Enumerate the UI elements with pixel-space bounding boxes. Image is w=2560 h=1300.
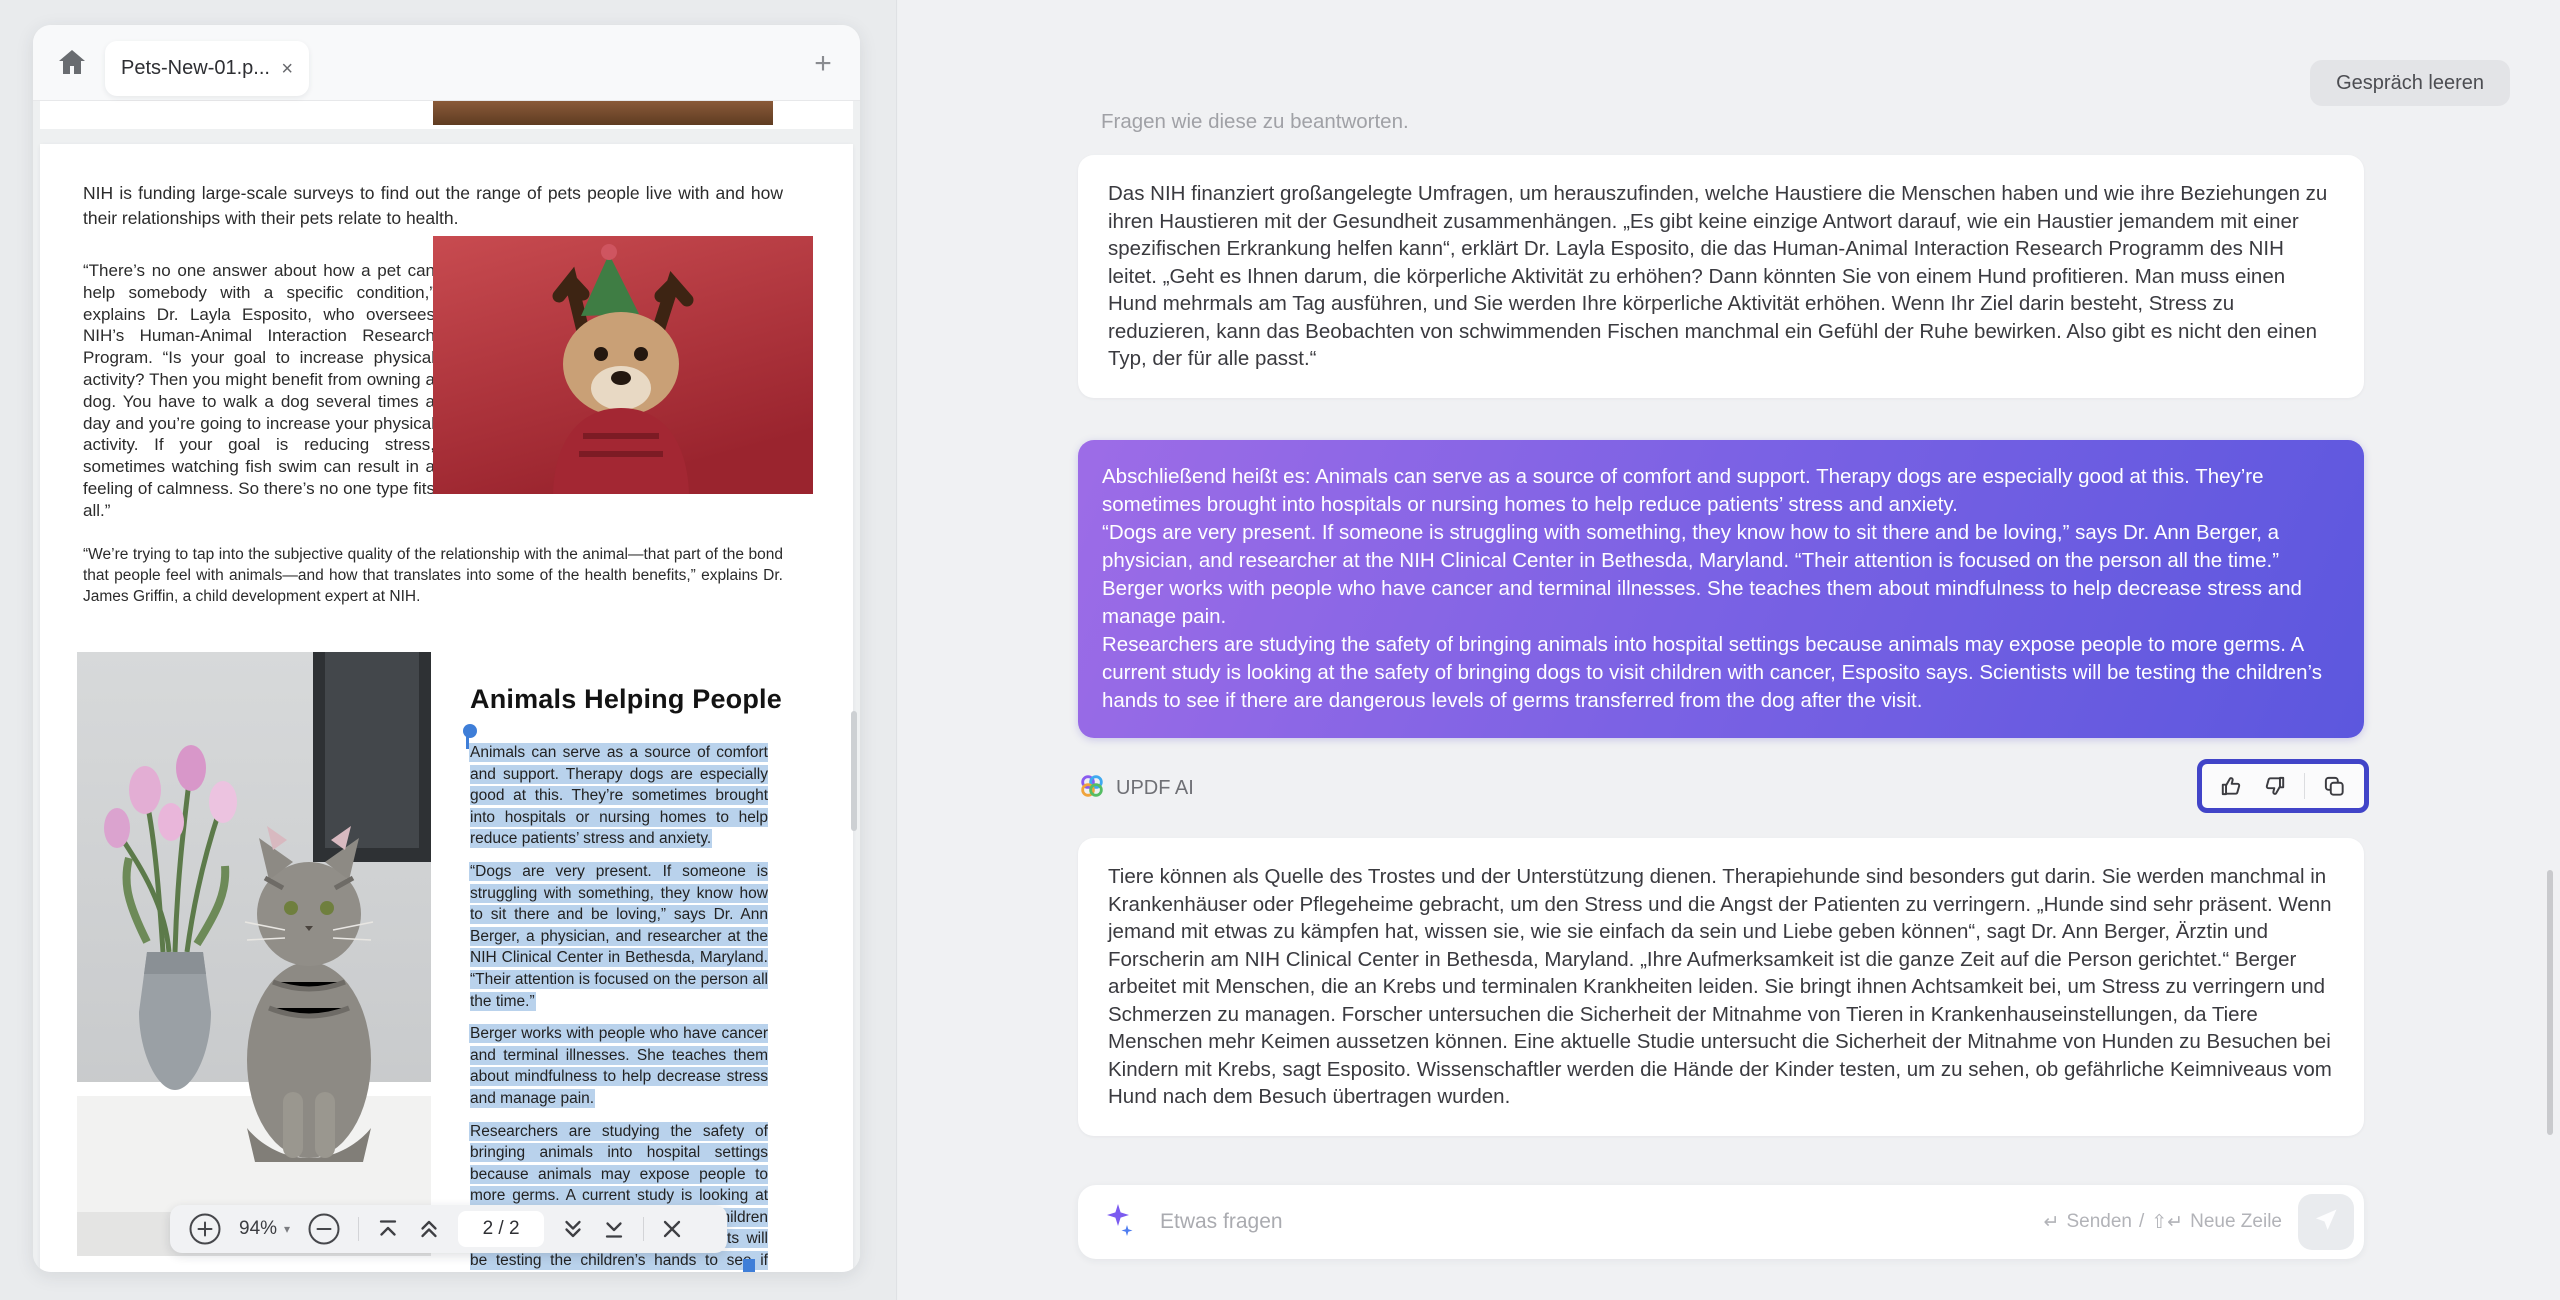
pdf-scrollbar-thumb[interactable]: [851, 711, 857, 831]
chat-scrollbar-thumb[interactable]: [2547, 870, 2553, 1135]
pdf-pane: Pets-New-01.p... × + NIH is funding larg…: [0, 0, 897, 1300]
zoom-out-button[interactable]: [307, 1212, 341, 1246]
pdf-paragraph-griffin-quote: “We’re trying to tap into the subjective…: [83, 544, 783, 607]
pdf-paragraph-intro: NIH is funding large-scale surveys to fi…: [83, 181, 783, 231]
close-tab-icon[interactable]: ×: [281, 59, 293, 79]
updf-app: Pets-New-01.p... × + NIH is funding larg…: [0, 0, 2560, 1300]
assistant-header: UPDF AI: [1078, 772, 1194, 805]
reaction-toolbar-highlighted: [2197, 759, 2369, 813]
scrolled-message-tail: Fragen wie diese zu beantworten.: [1101, 110, 1409, 134]
ai-message: Tiere können als Quelle des Trostes und …: [1078, 838, 2364, 1136]
thumbs-up-button[interactable]: [2219, 773, 2245, 799]
previous-page-button[interactable]: [417, 1217, 441, 1241]
pdf-paragraph-esposito-quote: “There’s no one answer about how a pet c…: [83, 260, 435, 522]
highlight-paragraph: Animals can serve as a source of comfort…: [470, 742, 768, 850]
page1-photo-edge: [433, 101, 773, 125]
paper-plane-icon: [2312, 1206, 2340, 1239]
zoom-in-button[interactable]: [188, 1212, 222, 1246]
pdf-page-toolbar: 94% ▾ 2 / 2: [170, 1205, 727, 1253]
home-icon: [56, 47, 88, 82]
pdf-viewport[interactable]: NIH is funding large-scale surveys to fi…: [33, 100, 860, 1272]
newline-hint-label: Neue Zeile: [2190, 1211, 2282, 1233]
highlight-paragraph: “Dogs are very present. If someone is st…: [470, 861, 768, 1012]
zoom-level-value: 94%: [239, 1218, 277, 1240]
shift-enter-key-icon: ⇧↵: [2151, 1211, 2183, 1234]
pdf-page-1-bottom: [40, 101, 853, 129]
chat-input[interactable]: [1160, 1210, 2044, 1234]
ai-sparkle-icon: [1104, 1202, 1138, 1243]
quoted-selection-message: Abschließend heißt es: Animals can serve…: [1078, 440, 2364, 738]
send-hint-label: Senden: [2066, 1211, 2132, 1233]
page-indicator[interactable]: 2 / 2: [458, 1211, 544, 1247]
assistant-name: UPDF AI: [1116, 777, 1194, 800]
close-toolbar-button[interactable]: [661, 1218, 683, 1240]
toolbar-divider: [358, 1217, 359, 1241]
add-tab-button[interactable]: +: [804, 45, 842, 83]
pdf-viewer-card: Pets-New-01.p... × + NIH is funding larg…: [33, 25, 860, 1272]
ai-chat-pane: Gespräch leeren Fragen wie diese zu bean…: [898, 0, 2560, 1300]
pdf-section-heading: Animals Helping People: [470, 684, 790, 715]
document-tab[interactable]: Pets-New-01.p... ×: [105, 41, 309, 96]
highlight-paragraph: Berger works with people who have cancer…: [470, 1023, 768, 1109]
home-button[interactable]: [55, 47, 89, 81]
highlighted-text-block: Animals can serve as a source of comfort…: [470, 742, 768, 1272]
pdf-page-2: NIH is funding large-scale surveys to fi…: [40, 144, 853, 1272]
first-page-button[interactable]: [376, 1217, 400, 1241]
last-page-button[interactable]: [602, 1217, 626, 1241]
reaction-divider: [2304, 773, 2305, 799]
toolbar-divider: [643, 1217, 644, 1241]
thumbs-down-button[interactable]: [2261, 773, 2287, 799]
cat-photo: [77, 652, 431, 1256]
zoom-level-dropdown[interactable]: 94% ▾: [239, 1218, 290, 1240]
updf-ai-logo-icon: [1078, 772, 1106, 805]
chevron-down-icon: ▾: [284, 1222, 290, 1236]
copy-button[interactable]: [2321, 773, 2347, 799]
selection-end-handle[interactable]: [743, 1259, 755, 1272]
tab-title: Pets-New-01.p...: [121, 57, 271, 80]
send-button[interactable]: [2298, 1194, 2354, 1250]
dog-photo: [433, 236, 813, 494]
tab-bar: Pets-New-01.p... × +: [33, 25, 860, 100]
next-page-button[interactable]: [561, 1217, 585, 1241]
clear-conversation-button[interactable]: Gespräch leeren: [2310, 60, 2510, 106]
keyboard-hint: ↵ Senden / ⇧↵ Neue Zeile: [2044, 1211, 2282, 1234]
ai-message: Das NIH finanziert großangelegte Umfrage…: [1078, 155, 2364, 398]
chat-input-bar: ↵ Senden / ⇧↵ Neue Zeile: [1078, 1185, 2364, 1259]
hint-separator: /: [2139, 1211, 2144, 1233]
enter-key-icon: ↵: [2044, 1211, 2060, 1234]
